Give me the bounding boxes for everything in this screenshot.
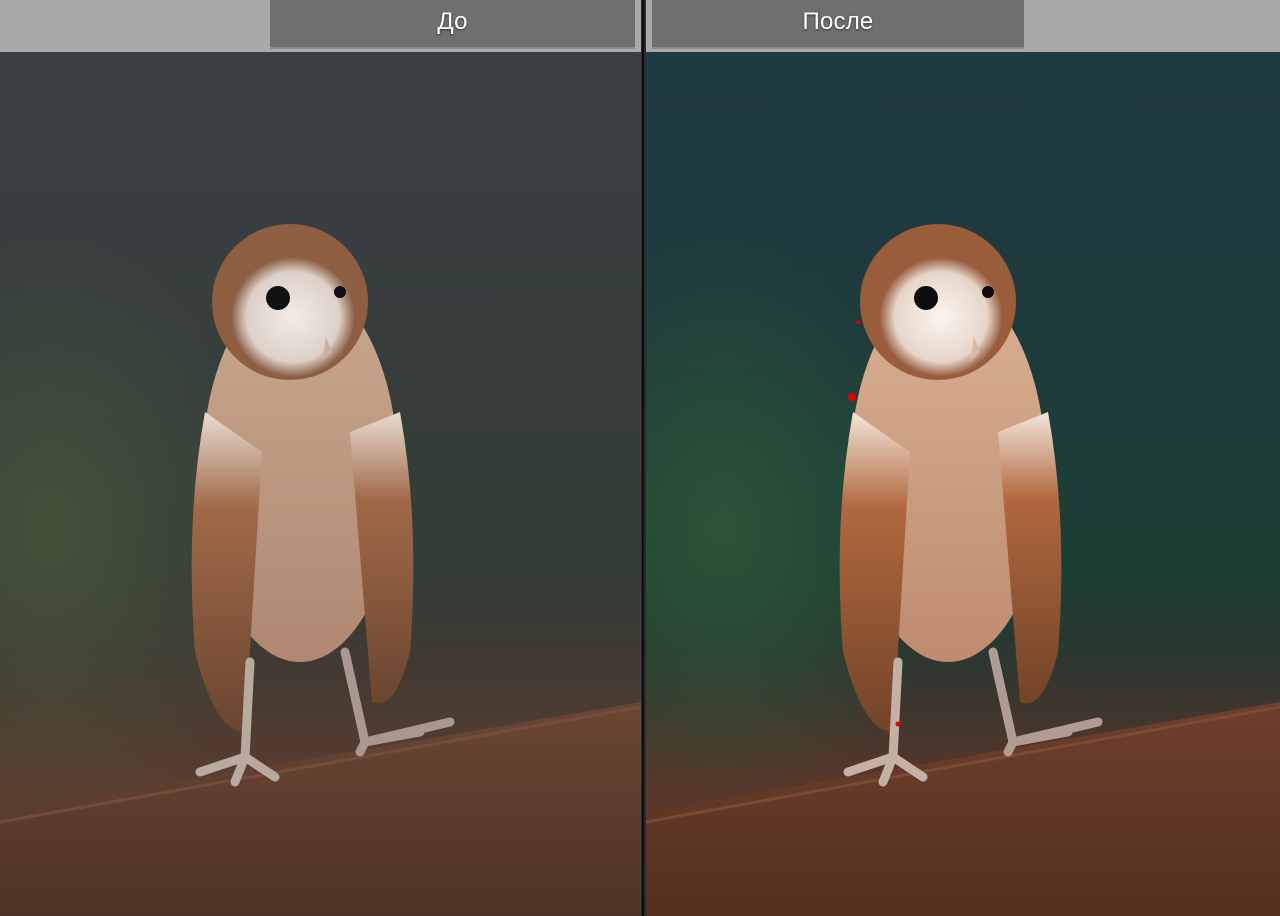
before-label: До [270, 0, 635, 49]
before-photo[interactable] [0, 52, 641, 916]
before-after-compare-view: До После [0, 0, 1280, 916]
after-photo[interactable] [646, 52, 1280, 916]
after-label: После [652, 0, 1024, 49]
before-pane: До [0, 0, 641, 916]
before-photo-canvas [0, 52, 641, 916]
after-photo-canvas [646, 52, 1280, 916]
after-pane: После [646, 0, 1280, 916]
